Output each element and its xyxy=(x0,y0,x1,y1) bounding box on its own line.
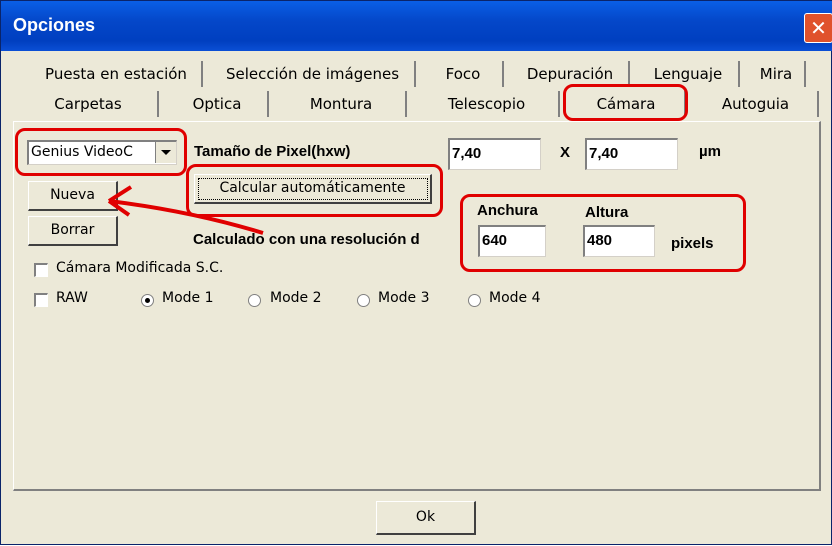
annotation-arrow xyxy=(107,185,264,235)
options-window: Opciones ✕ Puesta en estación Selección … xyxy=(0,0,832,545)
arrow-shaft xyxy=(108,199,264,235)
